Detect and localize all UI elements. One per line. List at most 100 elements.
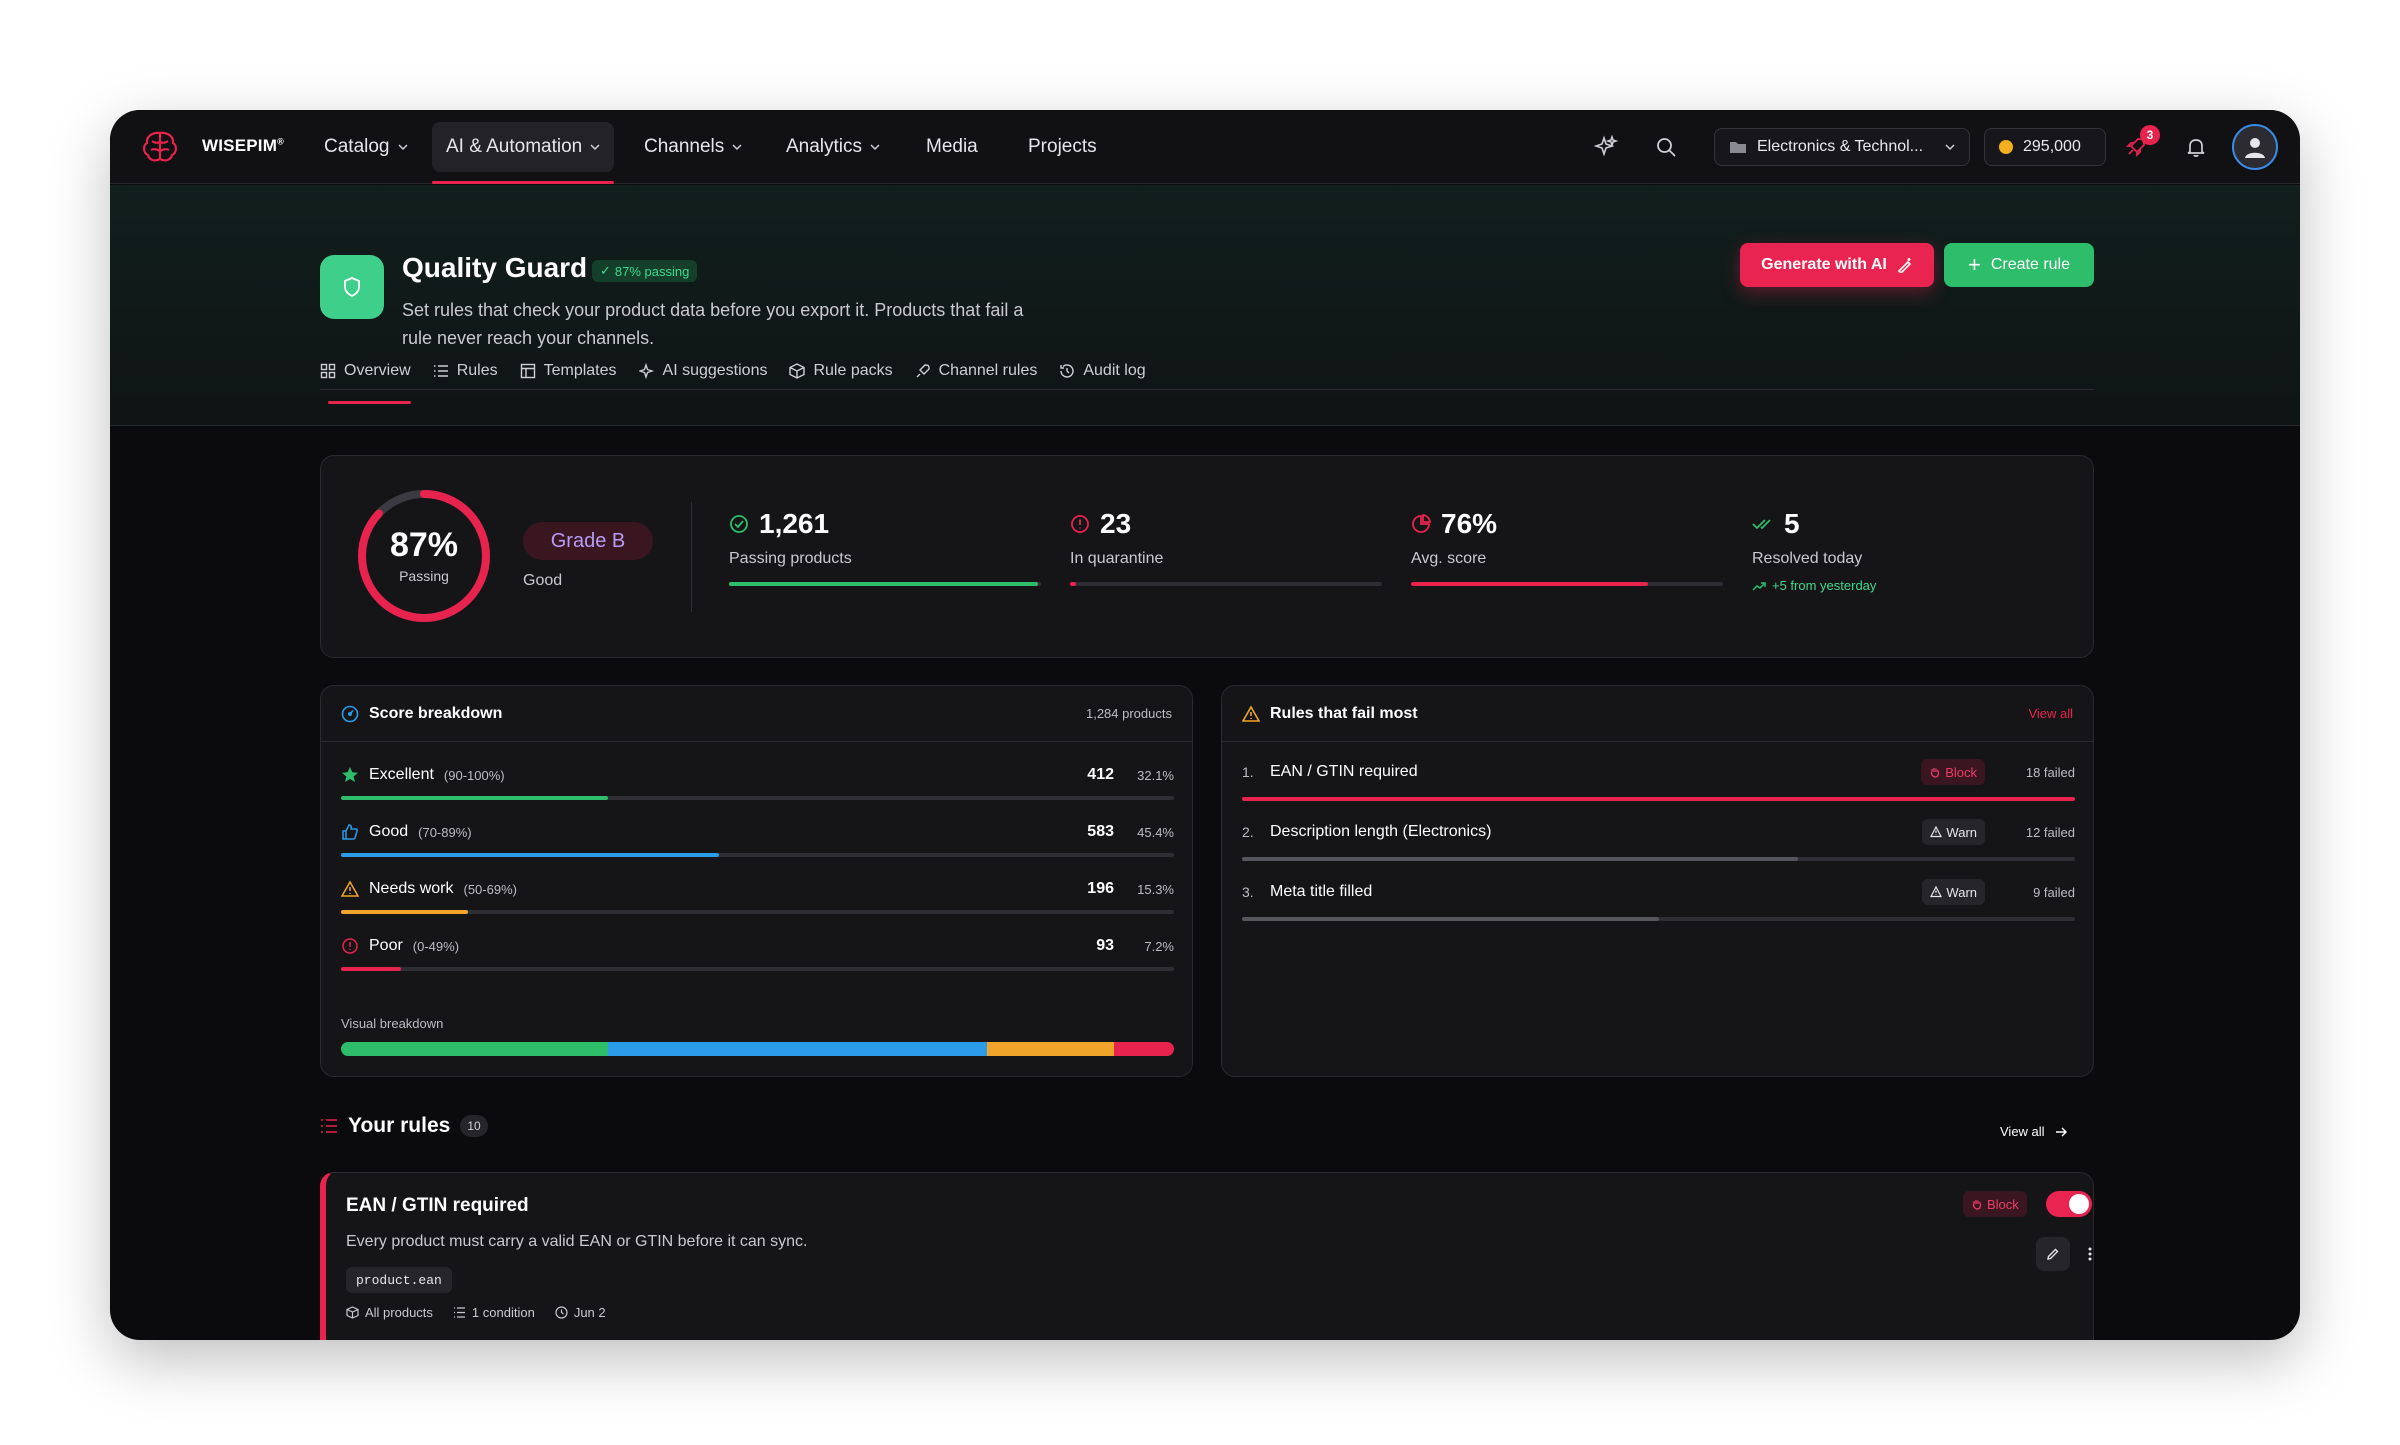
rule-scope-label: All products (365, 1305, 433, 1320)
rule-fail-fill (1242, 857, 1798, 861)
row-progress-bar (341, 910, 1174, 914)
nav-ai-automation[interactable]: AI & Automation (432, 122, 615, 184)
sparkles-icon[interactable] (1590, 131, 1622, 163)
breakdown-row-excellent[interactable]: Excellent (90-100%) 412 32.1% (341, 766, 1174, 800)
tab-label: Overview (344, 362, 411, 379)
tab-templates[interactable]: Templates (520, 356, 617, 386)
severity-badge-warn: Warn (1922, 819, 1985, 845)
row-name: Good (369, 823, 409, 840)
chevron-down-icon (732, 144, 742, 151)
bell-icon[interactable] (2180, 131, 2212, 163)
nav-channels[interactable]: Channels (630, 122, 756, 172)
template-icon (520, 363, 535, 379)
rules-count-badge: 10 (460, 1115, 488, 1137)
star-icon (342, 767, 358, 782)
row-range: (90-100%) (443, 767, 505, 783)
card-header: Rules that fail most View all (1222, 686, 2093, 742)
card-title: Rules that fail most (1270, 704, 1418, 722)
nav-analytics[interactable]: Analytics (772, 122, 894, 172)
rules-view-all-link[interactable]: View all (2000, 1124, 2067, 1139)
rule-index: 2. (1242, 824, 1254, 840)
score-value: 87% (389, 526, 459, 564)
user-avatar[interactable] (2232, 124, 2278, 170)
list-icon (453, 1307, 465, 1318)
failing-rule-row[interactable]: 1. EAN / GTIN required Block 18 failed (1242, 759, 2075, 801)
row-count: 196 (1087, 880, 1114, 897)
stat-value: 23 (1100, 508, 1132, 539)
row-progress-fill (341, 910, 469, 914)
app-window: WISEPIM® Catalog AI & Automation Channel… (110, 110, 2300, 1340)
visual-breakdown-segment (341, 1042, 609, 1056)
passing-badge-label: 87% passing (614, 263, 690, 279)
tab-ai-suggestions[interactable]: AI suggestions (638, 356, 767, 386)
search-icon[interactable] (1650, 131, 1682, 163)
brain-logo-icon[interactable] (140, 129, 180, 165)
history-icon (1060, 364, 1075, 378)
divider (691, 502, 692, 612)
credits-balance[interactable]: 295,000 (1984, 128, 2106, 166)
row-range: (70-89%) (418, 824, 472, 840)
stat-label: Passing products (729, 550, 852, 567)
package-icon (789, 363, 806, 379)
check-icon: ✓ (600, 263, 611, 278)
grade-badge: Grade B (523, 522, 653, 560)
row-progress-bar (341, 967, 1174, 971)
tab-rules[interactable]: Rules (433, 356, 498, 386)
visual-breakdown-bar (341, 1042, 1174, 1056)
page-title: Quality Guard (402, 252, 588, 283)
row-percent: 7.2% (1144, 938, 1174, 954)
tab-label: Channel rules (938, 362, 1038, 379)
workspace-label: Electronics & Technol... (1757, 138, 1924, 155)
workspace-selector[interactable]: Electronics & Technol... (1714, 128, 1970, 166)
coin-icon (1999, 140, 2013, 154)
page-subtitle: Set rules that check your product data b… (402, 300, 1024, 348)
tab-overview[interactable]: Overview (320, 356, 411, 404)
row-name: Poor (369, 937, 403, 954)
nav-label: AI & Automation (446, 136, 583, 157)
tab-audit-log[interactable]: Audit log (1059, 356, 1146, 386)
row-progress-bar (341, 796, 1174, 800)
severity-badge-warn: Warn (1922, 879, 1985, 905)
rule-enabled-toggle[interactable] (2046, 1191, 2092, 1217)
row-name: Needs work (369, 880, 454, 897)
rule-card[interactable]: EAN / GTIN required Every product must c… (320, 1172, 2094, 1340)
visual-breakdown-segment (1114, 1042, 1174, 1056)
warning-icon (1930, 826, 1943, 838)
card-header: Score breakdown 1,284 products (321, 686, 1192, 742)
active-tab-indicator (328, 401, 411, 404)
stat-label: Avg. score (1411, 550, 1487, 567)
nav-media[interactable]: Media (912, 122, 992, 172)
brand-name[interactable]: WISEPIM® (202, 136, 284, 156)
breakdown-row-good[interactable]: Good (70-89%) 583 45.4% (341, 823, 1174, 857)
overview-stats-card: 87% Passing Grade B Good 1,261 Passing p… (320, 455, 2094, 658)
severity-badge-block: Block (1963, 1191, 2027, 1217)
failed-count: 18 failed (2025, 764, 2075, 780)
failing-rule-row[interactable]: 2. Description length (Electronics) Warn… (1242, 819, 2075, 861)
tab-rule-packs[interactable]: Rule packs (789, 356, 893, 386)
brand-text: WISEPIM (202, 136, 278, 155)
severity-label: Warn (1946, 884, 1977, 900)
generate-with-ai-button[interactable]: Generate with AI (1740, 243, 1934, 287)
stat-progress-bar (1411, 582, 1723, 586)
breakdown-row-needs-work[interactable]: Needs work (50-69%) 196 15.3% (341, 880, 1174, 914)
nav-label: Projects (1028, 136, 1097, 157)
breakdown-row-poor[interactable]: Poor (0-49%) 93 7.2% (341, 937, 1174, 971)
thumbs-up-icon (342, 824, 358, 840)
failed-count: 9 failed (2033, 884, 2075, 900)
product-total: 1,284 products (1085, 706, 1172, 721)
nav-catalog[interactable]: Catalog (310, 122, 422, 172)
visual-breakdown-segment (608, 1042, 987, 1056)
failing-rule-row[interactable]: 3. Meta title filled Warn 9 failed (1242, 879, 2075, 921)
sparkle-icon (638, 363, 654, 379)
top-navigation: WISEPIM® Catalog AI & Automation Channel… (110, 110, 2300, 184)
more-options-button[interactable] (2078, 1237, 2102, 1271)
wand-icon (1897, 258, 1911, 273)
edit-rule-button[interactable] (2036, 1237, 2070, 1271)
nav-projects[interactable]: Projects (1014, 122, 1111, 172)
tab-channel-rules[interactable]: Channel rules (915, 356, 1038, 386)
create-rule-button[interactable]: + Create rule (1944, 243, 2094, 287)
list-icon (433, 365, 448, 377)
view-all-link[interactable]: View all (2028, 706, 2073, 721)
rule-date: Jun 2 (555, 1305, 606, 1320)
stat-avg-score: 76% Avg. score (1411, 508, 1723, 586)
